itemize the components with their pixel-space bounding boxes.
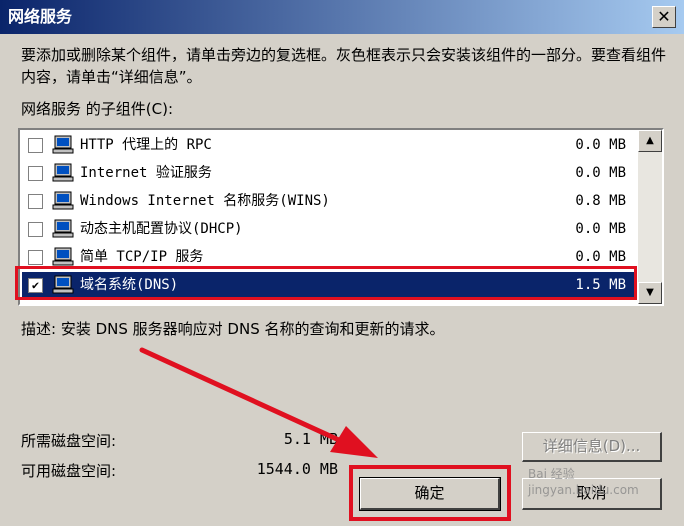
annotation-arrow-icon — [139, 347, 378, 458]
